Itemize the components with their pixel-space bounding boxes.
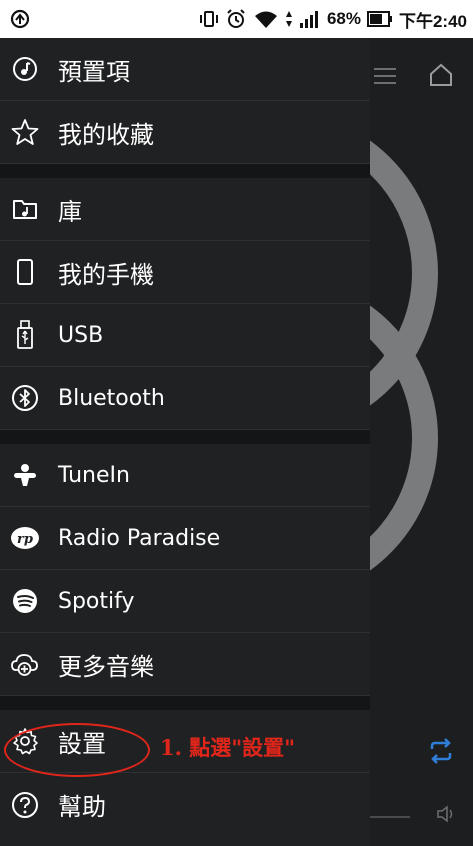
folder-music-icon bbox=[2, 197, 48, 221]
vibrate-icon bbox=[199, 11, 218, 27]
app-logo-rings bbox=[370, 140, 438, 571]
menu-item-label: Bluetooth bbox=[58, 385, 165, 411]
section-divider bbox=[0, 696, 370, 710]
menu-item-label: 預置項 bbox=[58, 57, 130, 86]
bluetooth-icon bbox=[2, 384, 48, 412]
status-bar: 68% 下午2:40 bbox=[0, 0, 473, 38]
battery-icon bbox=[366, 11, 392, 27]
menu-item-presets[interactable]: 預置項 bbox=[0, 38, 370, 101]
home-icon[interactable] bbox=[428, 62, 454, 88]
navigation-drawer: 預置項 我的收藏 庫 我的手機 USB Bluetooth TuneIn rp … bbox=[0, 38, 370, 846]
app-background bbox=[370, 38, 473, 846]
signal-icon bbox=[299, 11, 318, 28]
menu-item-spotify[interactable]: Spotify bbox=[0, 570, 370, 633]
menu-item-label: USB bbox=[58, 322, 104, 348]
menu-item-favorites[interactable]: 我的收藏 bbox=[0, 101, 370, 164]
menu-item-label: 我的手機 bbox=[58, 260, 154, 289]
menu-item-label: 我的收藏 bbox=[58, 120, 154, 149]
svg-text:rp: rp bbox=[17, 532, 33, 547]
spotify-icon bbox=[2, 587, 48, 615]
usb-icon bbox=[2, 320, 48, 350]
help-icon bbox=[2, 791, 48, 819]
data-arrows-icon bbox=[285, 11, 292, 27]
menu-item-label: 設置 bbox=[58, 729, 106, 758]
alarm-icon bbox=[227, 9, 245, 28]
menu-item-library[interactable]: 庫 bbox=[0, 178, 370, 241]
cloud-add-icon bbox=[2, 650, 48, 678]
battery-percent: 68% bbox=[326, 9, 361, 28]
menu-item-label: 幫助 bbox=[58, 793, 106, 821]
menu-item-help[interactable]: 幫助 bbox=[0, 773, 370, 836]
menu-item-bluetooth[interactable]: Bluetooth bbox=[0, 367, 370, 430]
menu-icon[interactable] bbox=[374, 66, 396, 86]
section-divider bbox=[0, 430, 370, 444]
menu-item-label: Radio Paradise bbox=[58, 525, 221, 551]
menu-item-radio-paradise[interactable]: rp Radio Paradise bbox=[0, 507, 370, 570]
menu-item-label: 庫 bbox=[58, 197, 82, 226]
volume-icon[interactable] bbox=[436, 804, 458, 824]
menu-item-more-music[interactable]: 更多音樂 bbox=[0, 633, 370, 696]
menu-item-label: Spotify bbox=[58, 588, 135, 614]
menu-item-label: 更多音樂 bbox=[58, 652, 154, 681]
section-divider bbox=[0, 164, 370, 178]
menu-item-my-phone[interactable]: 我的手機 bbox=[0, 241, 370, 304]
phone-icon bbox=[2, 258, 48, 286]
tunein-icon bbox=[2, 462, 48, 488]
menu-item-label: TuneIn bbox=[58, 462, 130, 488]
clock: 下午2:40 bbox=[398, 11, 467, 31]
music-note-circle-icon bbox=[2, 56, 48, 82]
wifi-icon bbox=[254, 11, 277, 28]
menu-item-usb[interactable]: USB bbox=[0, 304, 370, 367]
menu-item-tunein[interactable]: TuneIn bbox=[0, 444, 370, 507]
seek-bar[interactable] bbox=[370, 816, 410, 818]
star-icon bbox=[2, 118, 48, 146]
radio-paradise-icon: rp bbox=[2, 525, 48, 551]
annotation-text: 1. 點選"設置" bbox=[160, 735, 296, 760]
repeat-icon[interactable] bbox=[426, 736, 456, 766]
notification-icon bbox=[10, 9, 30, 29]
gear-icon bbox=[2, 727, 48, 755]
